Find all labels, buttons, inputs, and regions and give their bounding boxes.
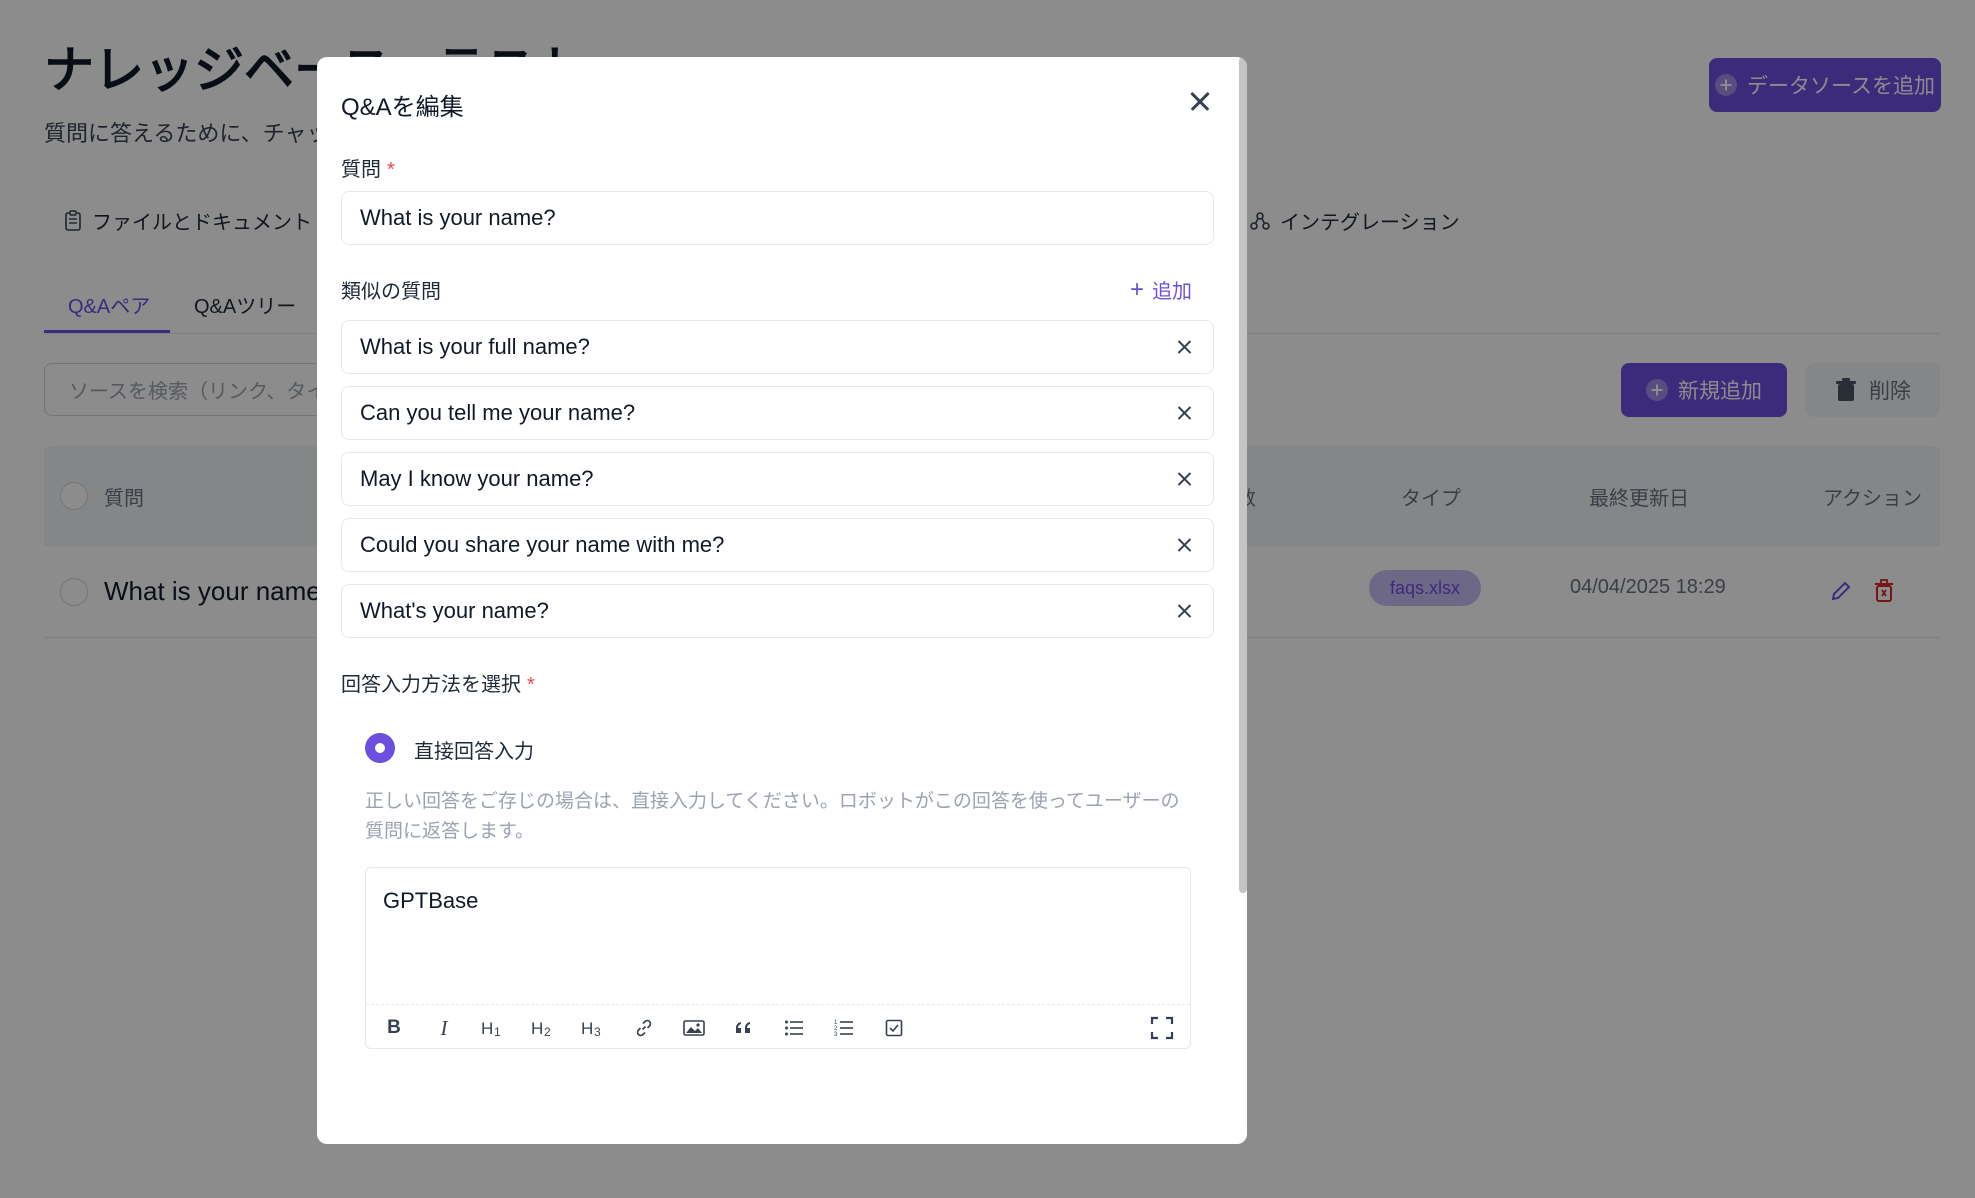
plus-icon: +: [1130, 275, 1145, 303]
fullscreen-button[interactable]: [1147, 1013, 1177, 1043]
question-input[interactable]: [341, 191, 1214, 245]
question-label-text: 質問: [341, 159, 381, 181]
task-list-button[interactable]: [879, 1013, 909, 1043]
answer-method-label-text: 回答入力方法を選択: [341, 674, 521, 696]
quote-icon: [736, 1022, 750, 1033]
similar-question-row: [341, 452, 1214, 506]
remove-icon[interactable]: [1172, 334, 1198, 360]
svg-text:H: H: [531, 1019, 543, 1038]
required-mark: *: [527, 674, 535, 696]
image-icon: [683, 1020, 705, 1036]
similar-question-row: [341, 320, 1214, 374]
bold-button[interactable]: B: [379, 1013, 409, 1043]
direct-answer-help: 正しい回答をご存じの場合は、直接入力してください。ロボットがこの回答を使ってユー…: [365, 791, 1180, 842]
bullet-list-icon: [785, 1020, 803, 1036]
similar-questions-label: 類似の質問: [341, 281, 441, 303]
direct-answer-label[interactable]: 直接回答入力: [414, 735, 534, 764]
answer-method-label: 回答入力方法を選択 *: [341, 668, 535, 697]
svg-text:H: H: [481, 1019, 493, 1038]
bullet-list-button[interactable]: [779, 1013, 809, 1043]
remove-icon[interactable]: [1172, 532, 1198, 558]
italic-button[interactable]: I: [429, 1013, 459, 1043]
svg-text:2: 2: [544, 1025, 551, 1038]
editor-toolbar: B I H1 H2 H3 123: [366, 1004, 1190, 1048]
required-mark: *: [387, 159, 395, 181]
remove-icon[interactable]: [1172, 400, 1198, 426]
similar-question-row: [341, 386, 1214, 440]
link-icon: [636, 1019, 652, 1037]
ordered-list-button[interactable]: 123: [829, 1013, 859, 1043]
add-label: 追加: [1152, 281, 1193, 303]
image-button[interactable]: [679, 1013, 709, 1043]
svg-text:3: 3: [594, 1025, 601, 1038]
heading1-button[interactable]: H1: [479, 1013, 509, 1043]
similar-question-input[interactable]: [342, 321, 1162, 373]
heading2-button[interactable]: H2: [529, 1013, 559, 1043]
similar-question-input[interactable]: [342, 387, 1162, 439]
direct-answer-radio[interactable]: [365, 733, 395, 763]
svg-text:H: H: [581, 1019, 593, 1038]
add-similar-question-button[interactable]: + 追加: [1130, 275, 1192, 304]
similar-question-input[interactable]: [342, 519, 1162, 571]
remove-icon[interactable]: [1172, 466, 1198, 492]
question-label: 質問 *: [341, 153, 395, 182]
answer-content[interactable]: GPTBase: [383, 888, 478, 914]
similar-question-input[interactable]: [342, 453, 1162, 505]
quote-button[interactable]: [729, 1013, 759, 1043]
heading3-icon: H3: [581, 1019, 601, 1038]
fullscreen-icon: [1150, 1016, 1174, 1040]
link-button[interactable]: [629, 1013, 659, 1043]
answer-editor[interactable]: GPTBase B I H1 H2 H3 1 2 3: [365, 867, 1191, 1049]
svg-text:1: 1: [494, 1025, 501, 1038]
similar-question-row: [341, 518, 1214, 572]
heading2-icon: H2: [531, 1019, 551, 1038]
similar-question-input[interactable]: [342, 585, 1162, 637]
close-icon[interactable]: [1185, 87, 1215, 117]
scrollbar[interactable]: [1239, 57, 1247, 893]
heading1-icon: H1: [481, 1019, 501, 1038]
svg-text:3: 3: [834, 1032, 838, 1037]
heading3-button[interactable]: H3: [579, 1013, 609, 1043]
ordered-list-icon: 123: [834, 1020, 853, 1037]
remove-icon[interactable]: [1172, 598, 1198, 624]
similar-question-row: [341, 584, 1214, 638]
task-list-icon: [885, 1019, 903, 1037]
edit-qa-dialog: Q&Aを編集 質問* 類似の質問 + 追加 回答入力方法を選択* 直接回答入力 …: [317, 57, 1247, 1144]
dialog-title: Q&Aを編集: [341, 94, 464, 121]
